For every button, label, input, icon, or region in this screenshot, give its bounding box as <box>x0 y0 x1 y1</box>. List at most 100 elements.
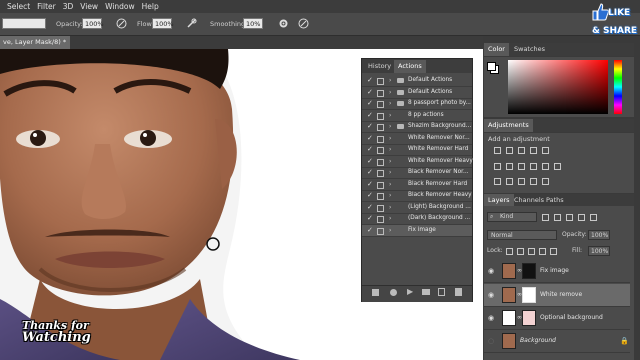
menu-window[interactable]: Window <box>105 2 135 11</box>
action-row[interactable]: ✓ › Default Actions <box>362 87 472 99</box>
check-icon[interactable]: ✓ <box>367 110 373 121</box>
action-row[interactable]: ✓ › 8 pp actions <box>362 110 472 122</box>
eye-icon[interactable]: ◉ <box>488 260 494 282</box>
smoothing-field[interactable]: 10% <box>243 18 263 29</box>
action-row[interactable]: ✓ › Black Remover Nor... <box>362 167 472 179</box>
tab-swatches[interactable]: Swatches <box>510 43 549 56</box>
lock-transparent-icon[interactable] <box>506 248 513 255</box>
layer-opacity-field[interactable]: 100% <box>588 230 610 240</box>
dialog-toggle-icon[interactable] <box>377 181 384 189</box>
dialog-toggle-icon[interactable] <box>377 135 384 143</box>
lock-image-icon[interactable] <box>517 248 524 255</box>
dialog-toggle-icon[interactable] <box>377 170 384 177</box>
levels-icon[interactable] <box>506 147 513 154</box>
expand-arrow-icon[interactable]: › <box>389 110 391 121</box>
stop-icon[interactable] <box>372 289 379 296</box>
expand-arrow-icon[interactable]: › <box>389 98 391 109</box>
expand-arrow-icon[interactable]: › <box>389 87 391 98</box>
pressure-size-icon[interactable] <box>298 18 309 29</box>
menu-filter[interactable]: Filter <box>37 2 56 11</box>
expand-arrow-icon[interactable]: › <box>389 121 391 132</box>
posterize-icon[interactable] <box>506 178 513 185</box>
check-icon[interactable]: ✓ <box>367 98 373 109</box>
dialog-toggle-icon[interactable] <box>377 216 384 223</box>
expand-arrow-icon[interactable]: › <box>389 213 391 224</box>
eye-icon[interactable]: ◉ <box>488 307 494 329</box>
new-set-icon[interactable] <box>422 289 430 295</box>
brush-mode-select[interactable] <box>2 18 46 29</box>
dialog-toggle-icon[interactable] <box>377 101 384 108</box>
gear-icon[interactable] <box>278 18 289 29</box>
action-row[interactable]: ✓ › Fix image <box>362 224 472 237</box>
airbrush-icon[interactable] <box>186 18 197 29</box>
expand-arrow-icon[interactable]: › <box>389 167 391 178</box>
check-icon[interactable]: ✓ <box>367 179 373 190</box>
layer-filter-select[interactable]: ⌕ Kind <box>487 212 537 222</box>
check-icon[interactable]: ✓ <box>367 133 373 144</box>
layer-row-white-remove[interactable]: ◉ ∞ White remove <box>484 284 630 307</box>
invert-icon[interactable] <box>494 178 501 185</box>
filter-type-icon[interactable] <box>566 214 573 221</box>
tab-actions[interactable]: Actions <box>394 60 426 73</box>
expand-arrow-icon[interactable]: › <box>389 179 391 190</box>
black-white-icon[interactable] <box>518 163 525 170</box>
opacity-field[interactable]: 100% <box>82 18 104 29</box>
filter-smart-object-icon[interactable] <box>590 214 597 221</box>
check-icon[interactable]: ✓ <box>367 144 373 155</box>
curves-icon[interactable] <box>518 147 525 154</box>
check-icon[interactable]: ✓ <box>367 190 373 201</box>
check-icon[interactable]: ✓ <box>367 87 373 98</box>
document-tab[interactable]: ve, Layer Mask/8) * <box>0 36 70 49</box>
action-row[interactable]: ✓ › (Light) Background ... <box>362 202 472 214</box>
foreground-color-swatch[interactable] <box>487 62 496 71</box>
lock-position-icon[interactable] <box>528 248 535 255</box>
action-row[interactable]: ✓ › 8 passport photo by... <box>362 98 472 110</box>
menu-3d[interactable]: 3D <box>63 2 74 11</box>
tab-history[interactable]: History <box>364 60 395 73</box>
expand-arrow-icon[interactable]: › <box>389 225 391 236</box>
record-icon[interactable] <box>390 289 397 296</box>
action-row[interactable]: ✓ › Default Actions <box>362 75 472 87</box>
gradient-map-icon[interactable] <box>530 178 537 185</box>
menu-select[interactable]: Select <box>7 2 30 11</box>
dialog-toggle-icon[interactable] <box>377 124 384 131</box>
new-action-icon[interactable] <box>438 288 445 296</box>
color-field[interactable] <box>508 60 608 114</box>
filter-shape-icon[interactable] <box>578 214 585 221</box>
selective-color-icon[interactable] <box>542 178 549 185</box>
dialog-toggle-icon[interactable] <box>377 204 384 212</box>
check-icon[interactable]: ✓ <box>367 167 373 178</box>
check-icon[interactable]: ✓ <box>367 121 373 132</box>
dialog-toggle-icon[interactable] <box>377 158 384 166</box>
layer-mask-thumbnail[interactable] <box>522 287 536 303</box>
lock-all-icon[interactable] <box>550 248 557 255</box>
action-row[interactable]: ✓ › Black Remover Hard <box>362 179 472 191</box>
color-balance-icon[interactable] <box>506 163 513 170</box>
brightness-icon[interactable] <box>494 147 501 154</box>
play-icon[interactable]: ▶ <box>407 287 413 296</box>
trash-icon[interactable] <box>455 288 462 296</box>
eye-off-icon[interactable]: ○ <box>488 330 494 352</box>
flow-field[interactable]: 100% <box>152 18 174 29</box>
layer-mask-thumbnail[interactable] <box>522 263 536 279</box>
dialog-toggle-icon[interactable] <box>377 112 384 120</box>
eye-icon[interactable]: ◉ <box>488 284 494 306</box>
vibrance-icon[interactable] <box>542 147 549 154</box>
menu-view[interactable]: View <box>80 2 98 11</box>
layer-row-fix-image[interactable]: ◉ ∞ Fix image <box>484 260 630 283</box>
action-row[interactable]: ✓ › Black Remover Heavy <box>362 190 472 202</box>
dialog-toggle-icon[interactable] <box>377 78 384 85</box>
check-icon[interactable]: ✓ <box>367 225 373 236</box>
filter-adjustment-icon[interactable] <box>554 214 561 221</box>
blend-mode-select[interactable]: Normal <box>487 230 557 240</box>
expand-arrow-icon[interactable]: › <box>389 75 391 86</box>
expand-arrow-icon[interactable]: › <box>389 202 391 213</box>
layer-mask-thumbnail[interactable] <box>522 310 536 326</box>
pressure-opacity-icon[interactable] <box>116 18 127 29</box>
dialog-toggle-icon[interactable] <box>377 227 384 235</box>
threshold-icon[interactable] <box>518 178 525 185</box>
dialog-toggle-icon[interactable] <box>377 147 384 154</box>
channel-mixer-icon[interactable] <box>542 163 549 170</box>
lock-artboard-icon[interactable] <box>539 248 546 255</box>
action-row[interactable]: ✓ › White Remover Heavy <box>362 156 473 168</box>
